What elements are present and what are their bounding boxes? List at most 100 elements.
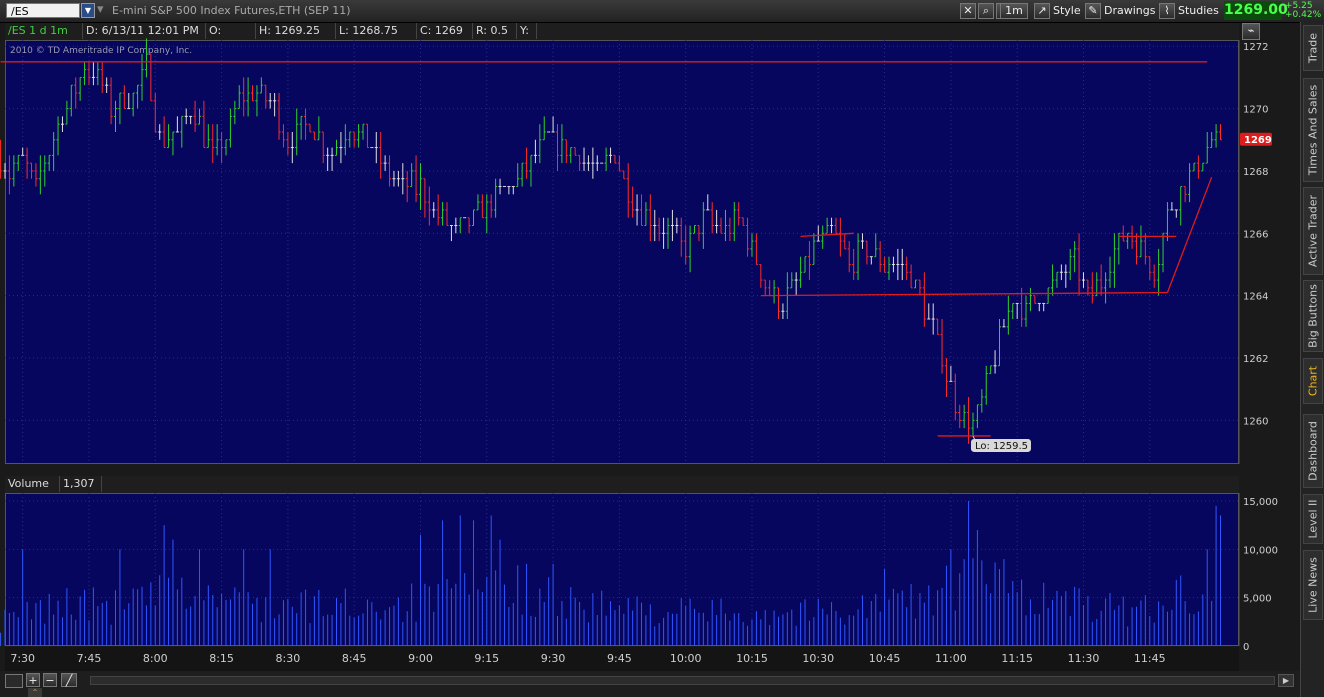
time-tick-label: 11:30 bbox=[1068, 652, 1100, 665]
arrow-right-icon: ▶ bbox=[1282, 676, 1290, 685]
sidebar-tab-trade[interactable]: Trade bbox=[1303, 25, 1323, 71]
low-readout: L: 1268.75 bbox=[336, 23, 417, 39]
sidebar-tab-label: Times And Sales bbox=[1306, 84, 1320, 176]
time-tick-label: 9:30 bbox=[541, 652, 566, 665]
line-chart-icon: ↗ bbox=[1037, 4, 1047, 17]
close-readout: C: 1269 bbox=[417, 23, 473, 39]
chart-settings-button[interactable]: ⌁ bbox=[1242, 23, 1260, 40]
high-readout: H: 1269.25 bbox=[256, 23, 336, 39]
studies-icon: ⌇ bbox=[1164, 4, 1170, 17]
time-tick-label: 8:45 bbox=[342, 652, 367, 665]
volume-chart[interactable]: 0 5,000 10,000 15,000 bbox=[0, 493, 1299, 653]
time-tick-label: 11:15 bbox=[1001, 652, 1033, 665]
volume-tick-label: 15,000 bbox=[1243, 497, 1278, 508]
time-tick-label: 8:30 bbox=[276, 652, 301, 665]
sidebar-tab-label: Dashboard bbox=[1306, 421, 1320, 481]
studies-icon-button[interactable]: ⌇ bbox=[1159, 3, 1175, 19]
chevron-down-icon: ▼ bbox=[84, 6, 92, 15]
trend-line bbox=[760, 291, 1168, 297]
time-tick-label: 7:30 bbox=[10, 652, 35, 665]
y-readout: Y: bbox=[517, 23, 537, 39]
expand-button[interactable] bbox=[5, 674, 23, 688]
drawing-line-button[interactable]: ╱ bbox=[61, 673, 77, 687]
right-sidebar: Trade Times And Sales Active Trader Big … bbox=[1300, 22, 1324, 697]
style-icon-button[interactable]: ↗ bbox=[1034, 3, 1050, 19]
symbol-menu-icon[interactable]: ▾ bbox=[97, 2, 104, 17]
zoom-out-icon: − bbox=[45, 674, 55, 687]
volume-tick-label: 10,000 bbox=[1243, 545, 1278, 556]
price-tick-label: 1260 bbox=[1243, 416, 1268, 427]
scroll-right-button[interactable]: ▶ bbox=[1278, 674, 1294, 687]
sidebar-tab-label: Big Buttons bbox=[1306, 284, 1320, 348]
volume-header: Volume 1,307 bbox=[5, 476, 1239, 493]
sidebar-tab-label: Level II bbox=[1306, 499, 1320, 539]
time-tick-label: 10:15 bbox=[736, 652, 768, 665]
last-price: 1269.00 bbox=[1224, 1, 1288, 20]
zoom-in-icon: + bbox=[28, 674, 38, 687]
sidebar-tab-active-trader[interactable]: Active Trader bbox=[1303, 187, 1323, 275]
zoom-out-button[interactable]: − bbox=[43, 673, 57, 687]
sidebar-tab-dashboard[interactable]: Dashboard bbox=[1303, 414, 1323, 488]
price-tick-label: 1264 bbox=[1243, 292, 1268, 303]
sidebar-tab-label: Trade bbox=[1306, 32, 1320, 64]
time-tick-label: 10:45 bbox=[869, 652, 901, 665]
timeframe-button[interactable]: 1m bbox=[1000, 3, 1028, 19]
sidebar-tab-label: Chart bbox=[1306, 365, 1320, 397]
style-menu[interactable]: Style bbox=[1053, 4, 1081, 17]
current-price-label: 1269 bbox=[1244, 135, 1272, 146]
drawings-icon-button[interactable]: ✎ bbox=[1085, 3, 1101, 19]
time-tick-label: 9:00 bbox=[408, 652, 433, 665]
time-tick-label: 8:15 bbox=[209, 652, 234, 665]
horizontal-scrollbar[interactable] bbox=[90, 676, 1275, 685]
volume-chart-panel[interactable]: 0 5,000 10,000 15,000 bbox=[0, 493, 1278, 653]
symbol-period-label: /ES 1 d 1m bbox=[5, 23, 83, 39]
price-tick-label: 1270 bbox=[1243, 105, 1268, 116]
time-tick-label: 7:45 bbox=[77, 652, 102, 665]
magnifier-icon: ⌕ bbox=[982, 4, 990, 17]
symbol-input[interactable]: /ES bbox=[6, 3, 80, 18]
diagonal-line-icon: ╱ bbox=[65, 674, 73, 687]
chart-bottom-bar: + − ╱ ▶ ⌃ bbox=[0, 671, 1300, 697]
sidebar-tab-big-buttons[interactable]: Big Buttons bbox=[1303, 280, 1323, 352]
sidebar-tab-chart[interactable]: Chart bbox=[1303, 358, 1323, 404]
price-chart[interactable]: 1260 1262 1264 1266 1268 1270 1272 2010 © TD Am… bbox=[0, 38, 1299, 464]
volume-tick-label: 0 bbox=[1243, 642, 1249, 653]
zoom-in-button[interactable]: + bbox=[26, 673, 40, 687]
volume-tick-label: 5,000 bbox=[1243, 594, 1272, 605]
chart-toolbar: /ES ▼ ▾ E-mini S&P 500 Index Futures,ETH… bbox=[0, 0, 1324, 23]
time-axis-labels: 7:30 7:45 8:00 8:15 8:30 8:45 9:00 9:15 9:30 9:45… bbox=[10, 652, 1166, 665]
collapse-button[interactable]: ⌃ bbox=[28, 688, 42, 697]
range-readout: R: 0.5 bbox=[473, 23, 517, 39]
price-tick-label: 1266 bbox=[1243, 229, 1268, 240]
volume-label: Volume bbox=[5, 476, 60, 492]
price-tick-label: 1262 bbox=[1243, 354, 1268, 365]
time-tick-label: 11:00 bbox=[935, 652, 967, 665]
sidebar-tab-label: Live News bbox=[1306, 557, 1320, 613]
price-tick-label: 1268 bbox=[1243, 167, 1268, 178]
sidebar-tab-label: Active Trader bbox=[1306, 194, 1320, 268]
time-tick-label: 11:45 bbox=[1134, 652, 1166, 665]
copyright-text: 2010 © TD Ameritrade IP Company, Inc. bbox=[10, 46, 192, 56]
time-tick-label: 10:30 bbox=[802, 652, 834, 665]
time-axis: 7:30 7:45 8:00 8:15 8:30 8:45 9:00 9:15 9:30 9:45… bbox=[5, 647, 1239, 671]
ohlc-info-bar: /ES 1 d 1m D: 6/13/11 12:01 PM O: 1269 H… bbox=[5, 23, 1260, 53]
pencil-icon: ✎ bbox=[1088, 4, 1098, 17]
sidebar-tab-times-and-sales[interactable]: Times And Sales bbox=[1303, 78, 1323, 182]
lo-label-text: Lo: 1259.5 bbox=[975, 441, 1028, 452]
drawings-menu[interactable]: Drawings bbox=[1104, 4, 1155, 17]
price-chart-panel[interactable]: 1260 1262 1264 1266 1268 1270 1272 2010 © TD Am… bbox=[0, 38, 1272, 464]
zoom-tool-button[interactable]: ⌕ bbox=[978, 3, 994, 19]
crosshair-icon: ✕ bbox=[963, 4, 973, 17]
studies-menu[interactable]: Studies bbox=[1178, 4, 1219, 17]
crosshair-tool-button[interactable]: ✕ bbox=[960, 3, 976, 19]
time-tick-label: 10:00 bbox=[670, 652, 702, 665]
percent-change: +0.42% bbox=[1285, 10, 1322, 20]
sidebar-tab-level-ii[interactable]: Level II bbox=[1303, 494, 1323, 544]
symbol-dropdown-button[interactable]: ▼ bbox=[81, 3, 95, 18]
symbol-description: E-mini S&P 500 Index Futures,ETH (SEP 11… bbox=[112, 4, 351, 17]
sidebar-tab-live-news[interactable]: Live News bbox=[1303, 550, 1323, 620]
price-tick-label: 1272 bbox=[1243, 42, 1268, 53]
chart-settings-icon: ⌁ bbox=[1247, 24, 1255, 37]
double-chevron-up-icon: ⌃ bbox=[31, 688, 39, 697]
time-tick-label: 9:15 bbox=[474, 652, 499, 665]
